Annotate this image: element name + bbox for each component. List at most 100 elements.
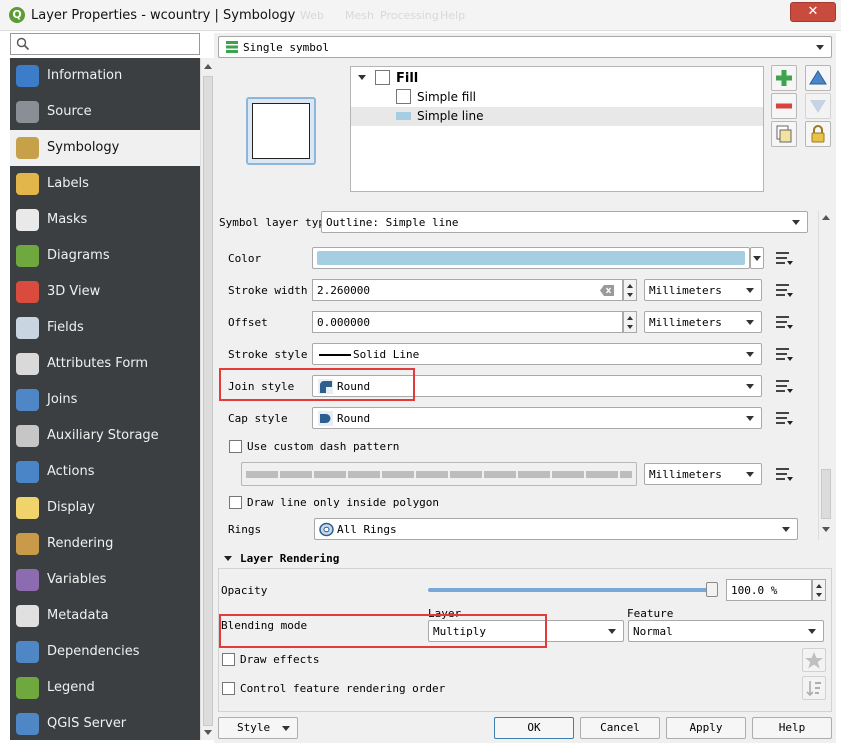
sidebar-item-joins[interactable]: Joins [10, 382, 200, 418]
color-menu-button[interactable] [750, 247, 764, 269]
background-menu-4: Help [440, 9, 466, 22]
tree-item-simple-fill[interactable]: Simple fill [417, 90, 476, 104]
sidebar-item-label: Dependencies [47, 644, 140, 659]
feature-blend-mode-select[interactable]: Normal [628, 620, 824, 642]
joins-icon [16, 389, 39, 411]
sidebar-item-source[interactable]: Source [10, 94, 200, 130]
control-order-label: Control feature rendering order [240, 682, 446, 695]
tree-selected-row[interactable] [351, 107, 763, 126]
dash-unit-select[interactable]: Millimeters [644, 463, 762, 485]
sidebar-item-3d-view[interactable]: 3D View [10, 274, 200, 310]
lock-layer-button[interactable] [805, 121, 831, 147]
color-button[interactable] [312, 247, 750, 269]
move-up-button[interactable] [805, 65, 831, 91]
opacity-input[interactable]: 100.0 % [726, 579, 812, 601]
renderer-select[interactable]: Single symbol [218, 36, 832, 58]
opacity-slider-track[interactable] [428, 588, 718, 592]
plus-icon [776, 70, 792, 86]
close-button[interactable]: ✕ [790, 2, 836, 22]
stroke-style-select[interactable]: Solid Line [312, 343, 762, 365]
sidebar-scrollbar[interactable] [200, 58, 214, 740]
control-order-checkbox[interactable] [222, 682, 235, 695]
properties-scroll-thumb[interactable] [821, 469, 831, 519]
triangle-down-icon [810, 100, 826, 113]
help-button[interactable]: Help [752, 717, 832, 739]
remove-symbol-layer-button[interactable] [771, 93, 797, 119]
tree-item-simple-line[interactable]: Simple line [417, 109, 483, 123]
stroke-width-spinner[interactable] [623, 279, 637, 301]
feature-blend-mode-value: Normal [633, 625, 673, 638]
sidebar-item-label: Variables [47, 572, 107, 587]
sidebar-item-display[interactable]: Display [10, 490, 200, 526]
opacity-label: Opacity [221, 584, 268, 597]
data-defined-override-button[interactable] [771, 375, 797, 397]
sidebar-item-diagrams[interactable]: Diagrams [10, 238, 200, 274]
chevron-down-icon [282, 726, 290, 731]
data-defined-override-button[interactable] [771, 343, 797, 365]
sidebar-item-information[interactable]: Information [10, 58, 200, 94]
layer-rendering-header[interactable]: Layer Rendering [240, 552, 339, 565]
solid-line-icon [319, 354, 351, 356]
sidebar-item-actions[interactable]: Actions [10, 454, 200, 490]
rings-select[interactable]: All Rings [314, 518, 798, 540]
collapse-arrow-icon[interactable] [224, 556, 232, 561]
sidebar-item-auxiliary-storage[interactable]: Auxiliary Storage [10, 418, 200, 454]
draw-inside-polygon-checkbox[interactable] [229, 496, 242, 509]
offset-spinner[interactable] [623, 311, 637, 333]
data-defined-override-button[interactable] [771, 463, 797, 485]
style-menu-button[interactable]: Style [218, 717, 298, 739]
dash-pattern-button[interactable] [241, 462, 637, 486]
ok-button[interactable]: OK [494, 717, 574, 739]
data-defined-override-button[interactable] [771, 407, 797, 429]
sidebar-search-input[interactable] [33, 36, 193, 52]
properties-scrollbar[interactable] [818, 211, 832, 540]
sidebar-item-qgis-server[interactable]: QGIS Server [10, 706, 200, 740]
clear-icon[interactable] [600, 285, 614, 296]
add-symbol-layer-button[interactable] [771, 65, 797, 91]
draw-effects-checkbox[interactable] [222, 653, 235, 666]
cap-style-select[interactable]: Round [312, 407, 762, 429]
offset-unit-select[interactable]: Millimeters [644, 311, 762, 333]
labels-icon [16, 173, 39, 195]
sidebar-item-variables[interactable]: Variables [10, 562, 200, 598]
sidebar-item-symbology[interactable]: Symbology [10, 130, 200, 166]
tree-expand-icon[interactable] [358, 75, 366, 80]
stroke-width-input[interactable]: 2.260000 [312, 279, 623, 301]
diagrams-icon [16, 245, 39, 267]
custom-dash-checkbox[interactable] [229, 440, 242, 453]
order-by-button[interactable] [802, 676, 826, 700]
dash-pattern-preview [246, 471, 632, 478]
data-defined-override-button[interactable] [771, 311, 797, 333]
symbol-preview[interactable] [246, 97, 316, 165]
stroke-style-label: Stroke style [228, 348, 308, 361]
symbol-layer-tree[interactable]: Fill Simple fill Simple line [350, 66, 764, 192]
duplicate-symbol-layer-button[interactable] [771, 121, 797, 147]
symbol-layer-type-value: Outline: Simple line [326, 216, 459, 229]
move-down-button[interactable] [805, 93, 831, 119]
sidebar-item-fields[interactable]: Fields [10, 310, 200, 346]
sidebar-item-labels[interactable]: Labels [10, 166, 200, 202]
apply-button-label: Apply [689, 721, 723, 734]
stroke-width-unit-select[interactable]: Millimeters [644, 279, 762, 301]
sidebar-item-rendering[interactable]: Rendering [10, 526, 200, 562]
sidebar-search[interactable] [10, 33, 200, 55]
sidebar-item-attributes-form[interactable]: Attributes Form [10, 346, 200, 382]
data-defined-override-button[interactable] [771, 247, 797, 269]
sidebar-item-label: Information [47, 68, 123, 83]
cancel-button[interactable]: Cancel [580, 717, 660, 739]
sidebar-item-metadata[interactable]: Metadata [10, 598, 200, 634]
dash-unit-value: Millimeters [649, 468, 722, 481]
sidebar-item-legend[interactable]: Legend [10, 670, 200, 706]
sidebar-scroll-thumb[interactable] [203, 76, 213, 726]
opacity-slider-handle[interactable] [706, 582, 718, 597]
symbol-layer-type-select[interactable]: Outline: Simple line [321, 211, 808, 233]
sidebar-item-dependencies[interactable]: Dependencies [10, 634, 200, 670]
effects-settings-button[interactable] [802, 648, 826, 672]
opacity-spinner[interactable] [812, 579, 826, 601]
sidebar-item-masks[interactable]: Masks [10, 202, 200, 238]
apply-button[interactable]: Apply [666, 717, 746, 739]
offset-input[interactable]: 0.000000 [312, 311, 623, 333]
data-defined-override-button[interactable] [771, 279, 797, 301]
fill-swatch [375, 70, 390, 85]
tree-root-fill[interactable]: Fill [396, 71, 418, 86]
